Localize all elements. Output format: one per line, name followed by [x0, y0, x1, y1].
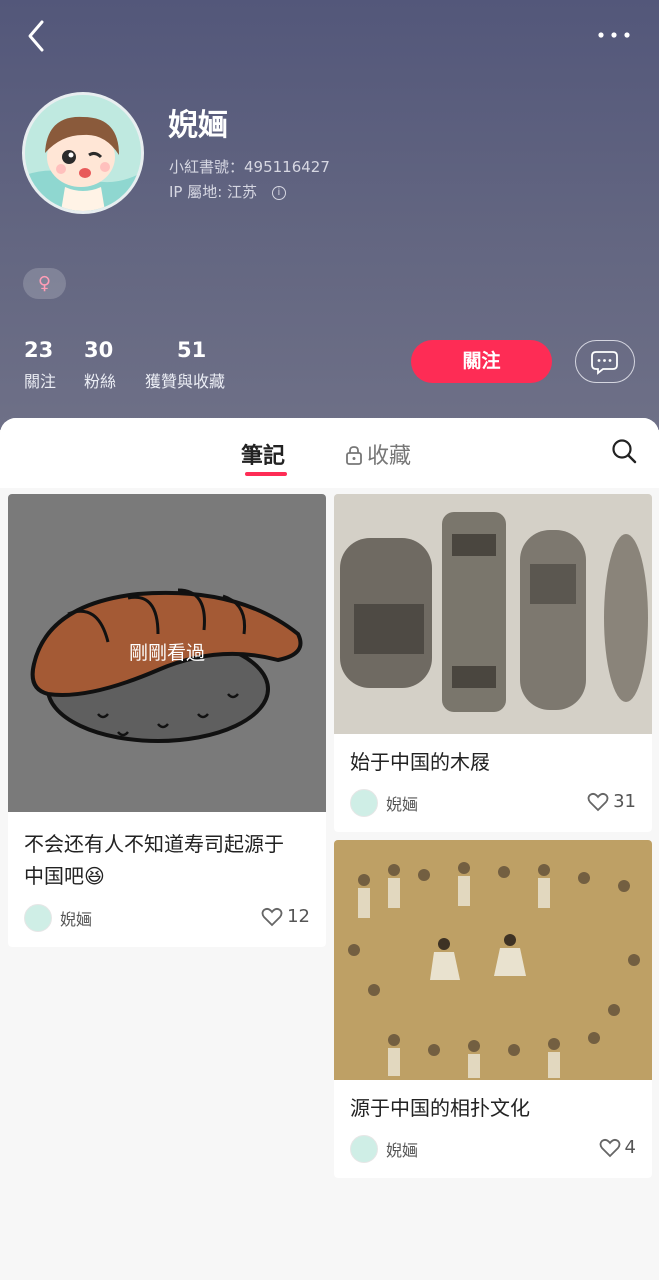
- stat-following[interactable]: 23 關注: [24, 338, 56, 392]
- search-icon[interactable]: [611, 438, 637, 464]
- more-dots-icon: [598, 32, 630, 38]
- avatar-cartoon-icon: [25, 95, 141, 211]
- tab-active-indicator: [245, 472, 287, 476]
- info-icon[interactable]: i: [271, 185, 286, 200]
- note-title: 源于中国的相扑文化: [350, 1096, 530, 1120]
- stat-likes-collects[interactable]: 51 獲贊與收藏: [145, 338, 225, 392]
- note-title-line: 不会还有人不知道寿司起源于: [24, 832, 284, 856]
- stat-number: 23: [24, 338, 54, 362]
- stat-number: 51: [177, 338, 207, 362]
- note-card[interactable]: 剛剛看過 不会还有人不知道寿司起源于 中国吧😆 婗婳 12: [8, 494, 326, 947]
- like-button[interactable]: 4: [599, 1137, 636, 1158]
- gender-badge: ♀: [23, 268, 66, 299]
- tab-collections-label: 收藏: [367, 444, 412, 469]
- message-button[interactable]: [575, 340, 635, 383]
- stat-label: 粉絲: [84, 372, 117, 391]
- stat-followers[interactable]: 30 粉絲: [84, 338, 116, 392]
- note-card[interactable]: 源于中国的相扑文化 婗婳 4: [334, 840, 652, 1178]
- like-count: 4: [624, 1137, 636, 1158]
- author-name: 婗婳: [60, 910, 93, 929]
- back-button[interactable]: [18, 16, 58, 56]
- chat-bubble-icon: [591, 351, 618, 375]
- like-button[interactable]: 12: [261, 906, 310, 927]
- like-count: 31: [613, 791, 636, 812]
- stat-label: 獲贊與收藏: [145, 372, 226, 391]
- chevron-left-icon: [28, 20, 44, 52]
- like-count: 12: [287, 906, 310, 927]
- note-author[interactable]: 婗婳: [350, 789, 418, 817]
- stat-label: 關注: [24, 372, 57, 391]
- note-title: 始于中国的木屐: [350, 750, 490, 774]
- author-avatar: [350, 1135, 378, 1163]
- note-thumbnail: [334, 840, 652, 1080]
- ip-location: IP 屬地: 江苏: [169, 183, 258, 201]
- heart-icon: [599, 1138, 620, 1157]
- username: 婗婳: [168, 108, 228, 143]
- content-panel: 筆記 收藏 剛剛看過 不会还有人不知道寿司起源于 中国吧😆 婗婳 12 始于中国…: [0, 418, 659, 1280]
- author-name: 婗婳: [386, 1141, 419, 1160]
- tab-bar: 筆記 收藏: [0, 418, 659, 488]
- tab-collections[interactable]: 收藏: [345, 438, 411, 470]
- red-id: 小紅書號：495116427: [169, 158, 330, 176]
- note-author[interactable]: 婗婳: [350, 1135, 418, 1163]
- note-card[interactable]: 始于中国的木屐 婗婳 31: [334, 494, 652, 832]
- more-button[interactable]: [595, 22, 639, 48]
- stat-number: 30: [84, 338, 114, 362]
- note-title-line: 中国吧😆: [24, 864, 105, 888]
- note-title: 不会还有人不知道寿司起源于 中国吧😆: [24, 828, 284, 892]
- note-author[interactable]: 婗婳: [24, 904, 92, 932]
- avatar[interactable]: [22, 92, 144, 214]
- author-name: 婗婳: [386, 795, 419, 814]
- ip-location-row: IP 屬地: 江苏 i: [169, 181, 286, 202]
- heart-icon: [587, 792, 609, 811]
- lock-icon: [346, 446, 362, 465]
- female-icon: ♀: [37, 273, 52, 294]
- heart-icon: [261, 907, 283, 926]
- author-avatar: [24, 904, 52, 932]
- tab-notes[interactable]: 筆記: [241, 438, 285, 470]
- profile-header: 婗婳 小紅書號：495116427 IP 屬地: 江苏 i ♀ 23 關注 30…: [0, 0, 659, 430]
- follow-button[interactable]: 關注: [411, 340, 552, 383]
- author-avatar: [350, 789, 378, 817]
- note-thumbnail: [334, 494, 652, 734]
- recently-viewed-label: 剛剛看過: [128, 642, 205, 664]
- like-button[interactable]: 31: [587, 791, 636, 812]
